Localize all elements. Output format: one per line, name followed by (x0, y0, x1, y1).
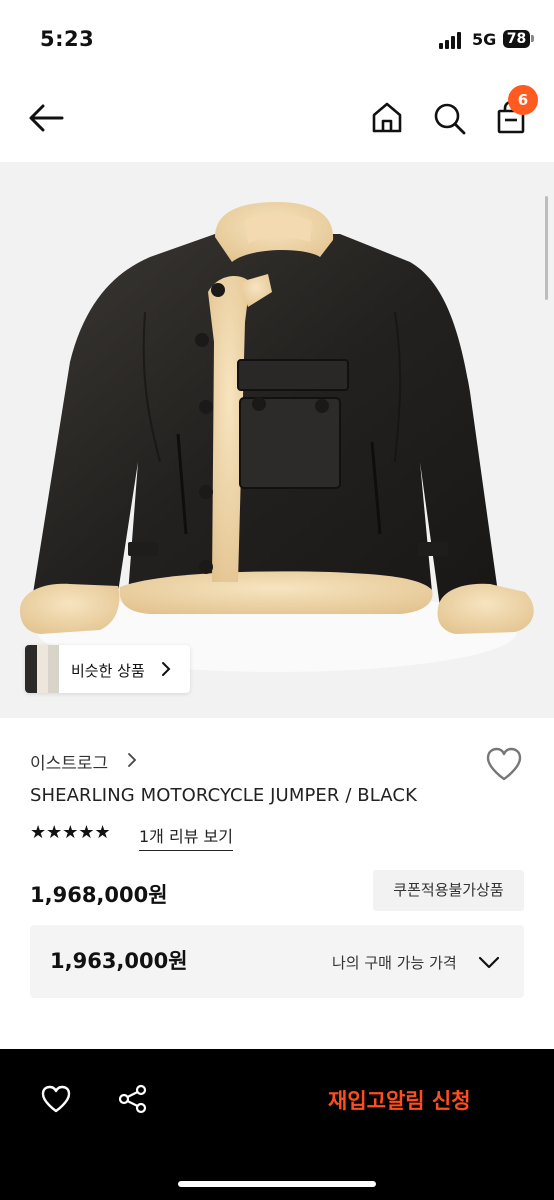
home-indicator (178, 1181, 376, 1187)
restock-alert-button[interactable]: 재입고알림 신청 (328, 1085, 471, 1115)
bottom-action-bar (0, 1049, 554, 1200)
coupon-badge: 쿠폰적용불가상품 (373, 870, 524, 911)
chevron-down-icon (478, 951, 500, 973)
similar-products-label: 비슷한 상품 (71, 662, 145, 680)
product-name: SHEARLING MOTORCYCLE JUMPER / BLACK (30, 785, 417, 806)
review-link[interactable]: 1개 리뷰 보기 (139, 823, 233, 851)
chevron-right-icon (159, 659, 173, 679)
search-icon[interactable] (431, 100, 467, 136)
signal-icon (439, 32, 465, 49)
like-heart-icon[interactable] (40, 1084, 72, 1114)
similar-thumbnails (25, 645, 59, 693)
share-icon[interactable] (117, 1083, 149, 1115)
my-price-value: 1,963,000원 (50, 949, 188, 973)
battery-tip (531, 35, 534, 42)
chevron-right-icon (126, 751, 138, 769)
product-price: 1,968,000원 (30, 883, 168, 907)
product-image[interactable] (0, 162, 554, 718)
my-price-dropdown[interactable]: 1,963,000원 나의 구매 가능 가격 (30, 925, 524, 998)
status-time: 5:23 (40, 27, 95, 51)
cart-count-badge: 6 (508, 85, 538, 115)
wishlist-heart-icon[interactable] (484, 745, 524, 783)
back-arrow-icon[interactable] (28, 100, 64, 136)
rating-stars: ★★★★★ (30, 822, 111, 843)
home-icon[interactable] (369, 100, 405, 136)
brand-link[interactable]: 이스트로그 (30, 749, 108, 774)
battery-icon: 78 (503, 30, 530, 48)
similar-products-button[interactable]: 비슷한 상품 (25, 645, 190, 693)
image-scroll-indicator (545, 196, 548, 300)
jacket-image (20, 202, 534, 672)
network-label: 5G (472, 30, 497, 49)
my-price-label: 나의 구매 가능 가격 (332, 954, 457, 972)
